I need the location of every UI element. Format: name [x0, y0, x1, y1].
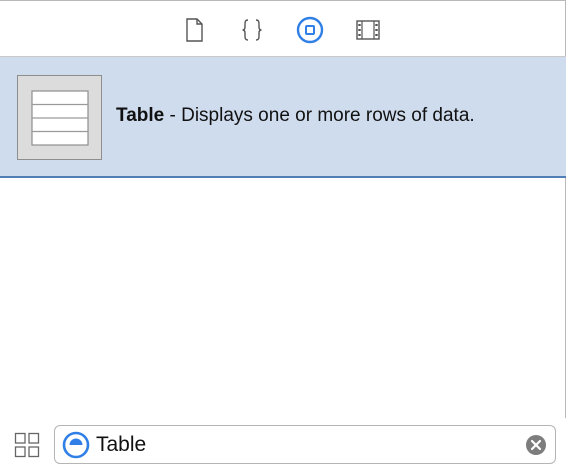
object-filter-icon[interactable] [62, 431, 90, 459]
library-toolbar [0, 0, 566, 57]
filter-bar [0, 418, 566, 472]
film-strip-icon [356, 20, 380, 40]
object-summary: - Displays one or more rows of data. [164, 105, 475, 126]
document-icon [186, 18, 203, 42]
tab-code-snippet-library[interactable] [237, 15, 267, 45]
table-thumbnail-icon [17, 75, 102, 160]
tab-media-library[interactable] [353, 15, 383, 45]
grid-view-toggle[interactable] [14, 432, 40, 458]
tab-file-template-library[interactable] [179, 15, 209, 45]
object-description: Table - Displays one or more rows of dat… [116, 105, 475, 127]
list-item-table[interactable]: Table - Displays one or more rows of dat… [0, 57, 566, 178]
tab-object-library[interactable] [295, 15, 325, 45]
object-library-panel: Table - Displays one or more rows of dat… [0, 0, 566, 472]
braces-icon [242, 19, 262, 41]
clear-icon[interactable] [525, 434, 547, 456]
object-library-icon [296, 16, 324, 44]
search-input[interactable] [96, 430, 516, 459]
filter-search-field[interactable] [54, 425, 556, 464]
object-name: Table [116, 105, 165, 126]
grid-view-icon [14, 432, 40, 458]
